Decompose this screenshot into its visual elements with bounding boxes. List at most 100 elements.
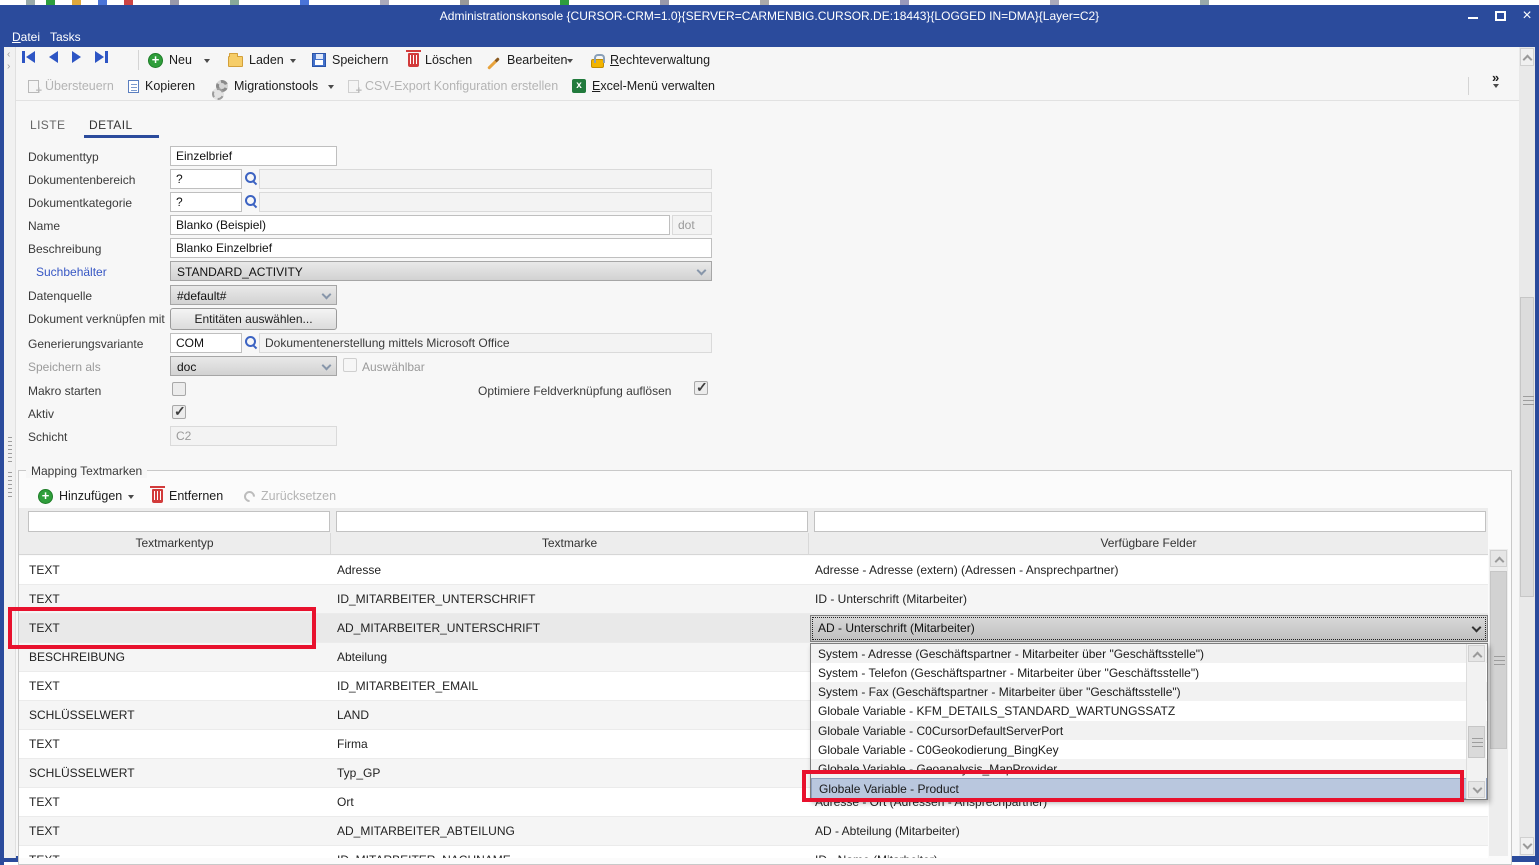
scroll-down-button[interactable]	[1468, 781, 1485, 798]
first-record-button[interactable]	[22, 51, 35, 63]
excel-menu-button[interactable]: xExcel-Menü verwalten	[572, 75, 715, 97]
filter-textmarke-input[interactable]	[336, 511, 808, 532]
annotation-box-selected-option	[802, 770, 1464, 802]
generierungsvariante-field[interactable]	[170, 333, 242, 353]
suchbehaelter-combobox[interactable]: STANDARD_ACTIVITY	[170, 261, 712, 281]
splitter-grip[interactable]	[8, 472, 12, 498]
hinzufuegen-dropdown-button[interactable]	[128, 485, 134, 507]
previous-record-button[interactable]	[49, 51, 58, 63]
tab-liste[interactable]: LISTE	[30, 118, 65, 132]
filter-verfuegbare-felder-input[interactable]	[814, 511, 1486, 532]
optimiere-checkbox[interactable]	[694, 381, 708, 395]
scroll-down-button[interactable]	[1520, 837, 1534, 855]
bearbeiten-button[interactable]: Bearbeiten	[486, 49, 567, 71]
window-border-right	[1535, 47, 1539, 865]
dropdown-option[interactable]: System - Adresse (Geschäftspartner - Mit…	[811, 644, 1487, 663]
feld-combobox[interactable]: AD - Unterschrift (Mitarbeiter)	[810, 615, 1488, 642]
menu-datei[interactable]: Datei	[12, 30, 40, 44]
scrollbar-thumb[interactable]	[1468, 726, 1485, 758]
cell-textmarke: ID_MITARBEITER_NACHNAME	[330, 846, 808, 858]
scrollbar-thumb[interactable]	[1520, 297, 1534, 597]
cell-textmarkentyp: SCHLÜSSELWERT	[19, 701, 330, 729]
dokumentkategorie-field[interactable]	[170, 192, 242, 212]
chevron-down-icon	[204, 59, 210, 66]
dropdown-option[interactable]: System - Telefon (Geschäftspartner - Mit…	[811, 663, 1487, 682]
chevron-up-icon	[1495, 557, 1505, 567]
last-record-button[interactable]	[95, 51, 108, 63]
filter-textmarkentyp-input[interactable]	[28, 511, 330, 532]
loeschen-button[interactable]: Löschen	[408, 49, 472, 71]
table-row[interactable]: TEXTID_MITARBEITER_NACHNAMEID - Name (Mi…	[19, 846, 1488, 858]
entfernen-button[interactable]: Entfernen	[152, 485, 223, 507]
next-record-button[interactable]	[72, 51, 81, 63]
toolbar-overflow-button[interactable]: »	[1492, 71, 1499, 99]
schicht-display: C2	[170, 426, 337, 446]
dropdown-option[interactable]: System - Fax (Geschäftspartner - Mitarbe…	[811, 682, 1487, 701]
migrationstools-button[interactable]: Migrationstools	[216, 75, 318, 97]
dokumenttyp-field[interactable]	[170, 146, 337, 166]
hinzufuegen-button[interactable]: +Hinzufügen	[38, 485, 122, 507]
kopieren-button[interactable]: Kopieren	[128, 75, 195, 97]
zuruecksetzen-button[interactable]: Zurücksetzen	[244, 485, 336, 507]
datenquelle-combobox[interactable]: #default#	[170, 285, 337, 305]
rechteverwaltung-label: Rechteverwaltung	[610, 53, 710, 67]
neu-dropdown-button[interactable]	[204, 49, 210, 71]
collapse-left-icon[interactable]: ‹	[7, 49, 10, 60]
dropdown-option[interactable]: Globale Variable - C0Geokodierung_BingKe…	[811, 740, 1487, 759]
makro-starten-checkbox[interactable]	[172, 382, 186, 396]
search-icon[interactable]	[244, 194, 258, 208]
uebersteuern-label: Übersteuern	[45, 79, 114, 93]
search-icon[interactable]	[244, 335, 258, 349]
maximize-button[interactable]	[1489, 8, 1511, 25]
expand-right-icon[interactable]: ›	[7, 61, 10, 72]
aktiv-label: Aktiv	[28, 407, 54, 421]
laden-button[interactable]: Laden	[228, 49, 284, 71]
dropdown-option[interactable]: Globale Variable - KFM_DETAILS_STANDARD_…	[811, 701, 1487, 720]
plus-circle-icon: +	[38, 489, 53, 504]
suchbehaelter-value: STANDARD_ACTIVITY	[177, 265, 303, 279]
csv-export-button[interactable]: CSV-Export Konfiguration erstellen	[348, 75, 558, 97]
table-row[interactable]: TEXTAdresseAdresse - Adresse (extern) (A…	[19, 556, 1488, 585]
column-header-textmarkentyp[interactable]: Textmarkentyp	[19, 533, 330, 554]
rechteverwaltung-button[interactable]: Rechteverwaltung	[591, 49, 710, 71]
speichern-button[interactable]: Speichern	[312, 49, 388, 71]
neu-button[interactable]: +Neu	[148, 49, 192, 71]
tab-detail[interactable]: DETAIL	[89, 118, 133, 132]
cell-textmarkentyp: TEXT	[19, 846, 330, 858]
auswaehlbar-checkbox[interactable]	[343, 358, 357, 372]
cell-textmarke: Ort	[330, 788, 808, 816]
scrollbar-thumb[interactable]	[1490, 571, 1507, 749]
menu-tasks[interactable]: Tasks	[50, 30, 81, 44]
close-button[interactable]: ×	[1516, 8, 1538, 25]
aktiv-checkbox[interactable]	[172, 405, 186, 419]
gears-icon	[216, 80, 228, 92]
datenquelle-value: #default#	[177, 289, 226, 303]
search-icon[interactable]	[244, 171, 258, 185]
makro-starten-label: Makro starten	[28, 384, 101, 398]
scroll-up-button[interactable]	[1490, 550, 1507, 567]
splitter-grip[interactable]	[8, 437, 12, 463]
lock-icon	[591, 59, 604, 68]
uebersteuern-button[interactable]: Übersteuern	[28, 75, 114, 97]
active-tab-underline	[84, 135, 159, 138]
scroll-up-button[interactable]	[1520, 48, 1534, 66]
pencil-icon	[487, 57, 500, 70]
scroll-up-button[interactable]	[1468, 645, 1485, 662]
speichern-als-combobox[interactable]: doc	[170, 356, 337, 376]
bearbeiten-dropdown-button[interactable]	[567, 49, 573, 71]
minimize-button[interactable]	[1462, 8, 1484, 25]
dropdown-option[interactable]: Globale Variable - C0CursorDefaultServer…	[811, 721, 1487, 740]
beschreibung-field[interactable]	[170, 238, 712, 258]
minimize-icon	[1468, 17, 1478, 19]
first-record-icon	[22, 51, 25, 63]
laden-dropdown-button[interactable]	[290, 49, 296, 71]
entitaeten-auswaehlen-button[interactable]: Entitäten auswählen...	[170, 308, 337, 330]
dokumentenbereich-field[interactable]	[170, 169, 242, 189]
column-header-textmarke[interactable]: Textmarke	[330, 533, 808, 554]
migrationstools-dropdown-button[interactable]	[328, 75, 334, 97]
chevron-down-icon	[1473, 784, 1483, 794]
table-row[interactable]: TEXTAD_MITARBEITER_ABTEILUNGAD - Abteilu…	[19, 817, 1488, 846]
cell-feld: ID - Name (Mitarbeiter)	[808, 846, 1488, 858]
name-field[interactable]	[170, 215, 670, 235]
column-header-verfuegbare-felder[interactable]: Verfügbare Felder	[808, 533, 1488, 554]
